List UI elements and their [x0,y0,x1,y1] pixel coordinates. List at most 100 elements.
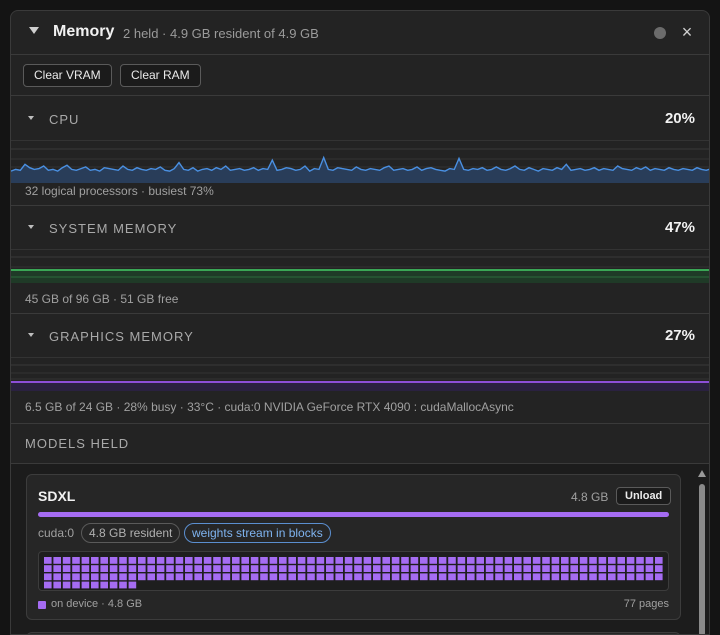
page-cell [420,573,428,581]
clear-ram-button[interactable]: Clear RAM [120,64,201,87]
page-cell [335,573,343,581]
page-cell [551,565,560,572]
page-cell [457,557,466,564]
page-cell [382,557,390,564]
page-cell [495,573,503,581]
close-icon[interactable]: × [679,22,695,42]
model-progress-fill [38,512,669,517]
graphics-memory-graph [11,364,709,391]
graphics-memory-section-header[interactable]: GRAPHICS MEMORY 27% [11,314,709,358]
page-cell [476,573,484,581]
system-memory-section-header[interactable]: SYSTEM MEMORY 47% [11,206,709,250]
chevron-down-icon [28,225,34,229]
page-cell [307,565,315,572]
page-cell [119,573,127,581]
page-cell [608,565,616,572]
page-cell [410,557,419,564]
page-cell [335,557,343,564]
page-cell [185,565,193,572]
page-cell [53,557,61,564]
scroll-thumb[interactable] [699,484,705,634]
page-cell [485,565,494,572]
page-cell [100,581,108,589]
scroll-up-icon[interactable] [698,470,706,477]
cpu-description: 32 logical processors · busiest 73% [25,184,214,198]
page-cell [279,557,287,564]
system-memory-area [11,269,709,283]
page-cell [222,565,231,572]
page-cell [175,557,184,564]
page-cell [448,565,456,572]
page-cell [81,573,90,581]
page-cell [222,573,231,581]
page-cell [222,557,231,564]
page-cell [91,573,99,581]
page-cell [44,573,52,581]
page-cell [326,557,334,564]
page-cell [410,573,419,581]
page-cell [579,573,588,581]
resident-badge: 4.8 GB resident [81,523,181,543]
page-cell [514,565,522,572]
system-memory-graph [11,256,709,283]
memory-panel: Memory 2 held · 4.9 GB resident of 4.9 G… [10,10,710,635]
page-cell [147,565,155,572]
page-cell [119,565,127,572]
page-cell [297,557,306,564]
page-cell [523,565,531,572]
page-cell [467,573,475,581]
page-cell [128,573,137,581]
page-cell [166,565,174,572]
page-cell [655,557,663,564]
page-cell [297,565,306,572]
graphics-memory-description: 6.5 GB of 24 GB · 28% busy · 33°C · cuda… [25,400,514,414]
page-cell [438,557,447,564]
page-cell [260,573,268,581]
page-cell [410,565,419,572]
page-cell [561,565,569,572]
page-cell [476,557,484,564]
unload-button[interactable]: Unload [616,487,672,505]
page-cell [119,581,127,589]
models-held-label: MODELS HELD [25,436,130,451]
panel-header: Memory 2 held · 4.9 GB resident of 4.9 G… [11,11,709,55]
page-cell [608,573,616,581]
scrollbar[interactable] [697,468,707,634]
page-cell [636,573,644,581]
page-grid [44,557,663,589]
page-cell [373,573,381,581]
page-cell [288,557,296,564]
page-cell [561,573,569,581]
page-cell [335,565,343,572]
page-cell [617,573,625,581]
system-memory-description: 45 GB of 96 GB · 51 GB free [25,292,179,306]
page-cell [232,565,240,572]
graphics-memory-label: GRAPHICS MEMORY [49,329,194,344]
page-cell [100,573,108,581]
page-cell [250,573,259,581]
page-cell [241,557,249,564]
page-cell [91,557,99,564]
page-cell [288,565,296,572]
cpu-section-header[interactable]: CPU 20% [11,97,709,141]
page-cell [645,557,654,564]
page-cell [166,557,174,564]
page-cell [495,565,503,572]
page-cell [532,557,541,564]
page-cell [166,573,174,581]
page-cell [542,557,550,564]
legend-text: on device · 4.8 GB [51,598,143,610]
page-cell [109,557,118,564]
page-cell [44,581,52,589]
clear-vram-button[interactable]: Clear VRAM [23,64,112,87]
page-cell [448,557,456,564]
model-progress-bar [38,512,669,517]
page-cell [617,557,625,564]
page-cell [391,565,400,572]
page-cell [589,557,597,564]
page-cell [401,557,409,564]
collapse-arrow-icon[interactable] [29,27,39,34]
page-cell [81,565,90,572]
page-cell [81,557,90,564]
page-cell [523,573,531,581]
